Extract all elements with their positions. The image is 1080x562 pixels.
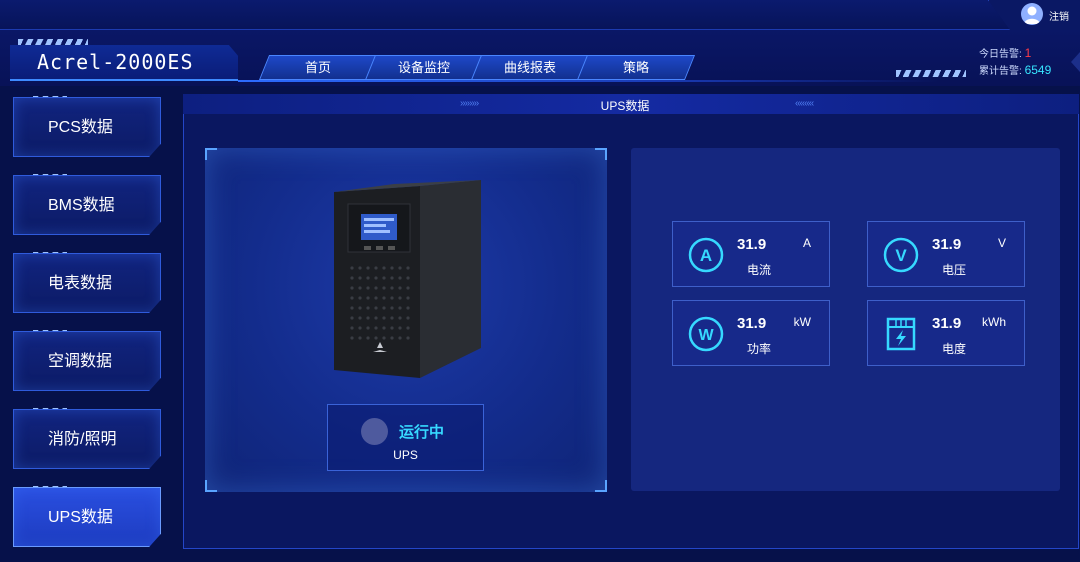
arrows-left-icon: «««« bbox=[795, 98, 814, 109]
metric-current: A 31.9 A 电流 bbox=[672, 221, 830, 287]
metric-unit: A bbox=[802, 236, 811, 250]
device-name: UPS bbox=[393, 448, 418, 462]
total-alarm-label: 累计告警: bbox=[979, 66, 1022, 77]
metric-unit: V bbox=[997, 236, 1006, 250]
tab-device-monitor[interactable]: 设备监控 bbox=[364, 55, 484, 80]
metric-energy: 31.9 kWh 电度 bbox=[867, 300, 1025, 366]
sidebar-item-aircon[interactable]: 空调数据 bbox=[13, 331, 161, 391]
metric-unit: kW bbox=[793, 315, 811, 329]
metric-value: 31.9 bbox=[932, 236, 962, 253]
decor-stripes bbox=[18, 39, 88, 46]
ammeter-icon: A bbox=[688, 237, 724, 273]
arrows-right-icon: »»»» bbox=[460, 98, 479, 109]
sidebar-item-ups[interactable]: UPS数据 bbox=[13, 487, 161, 547]
decor-stripes bbox=[896, 70, 966, 77]
header-divider bbox=[238, 80, 938, 82]
total-alarm-count: 6549 bbox=[1024, 63, 1052, 77]
metric-value: 31.9 bbox=[932, 315, 962, 332]
sidebar-item-pcs[interactable]: PCS数据 bbox=[13, 97, 161, 157]
metric-label: 电度 bbox=[942, 342, 967, 356]
metric-value: 31.9 bbox=[737, 236, 767, 253]
svg-text:V: V bbox=[895, 246, 907, 265]
today-alarm-count: 1 bbox=[1024, 46, 1032, 60]
top-bar bbox=[0, 0, 1080, 30]
metric-label: 功率 bbox=[747, 342, 772, 356]
svg-text:W: W bbox=[698, 327, 714, 344]
corner-decoration bbox=[595, 480, 607, 492]
user-avatar-icon[interactable] bbox=[1021, 3, 1043, 25]
page-title: UPS数据 bbox=[600, 99, 650, 113]
metric-label: 电压 bbox=[942, 263, 967, 277]
today-alarm: 今日告警: 1 bbox=[979, 45, 1031, 60]
metric-value: 31.9 bbox=[737, 315, 767, 332]
energy-meter-icon bbox=[886, 317, 916, 351]
metric-label: 电流 bbox=[747, 263, 772, 277]
tab-curve-report[interactable]: 曲线报表 bbox=[470, 55, 590, 80]
today-alarm-label: 今日告警: bbox=[979, 49, 1022, 60]
sidebar-item-fire-lighting[interactable]: 消防/照明 bbox=[13, 409, 161, 469]
voltmeter-icon: V bbox=[883, 237, 919, 273]
wattmeter-icon: W bbox=[688, 316, 724, 352]
app-title: Acrel-2000ES bbox=[37, 50, 194, 74]
running-status: 运行中 bbox=[399, 424, 445, 441]
metric-power: W 31.9 kW 功率 bbox=[672, 300, 830, 366]
metric-voltage: V 31.9 V 电压 bbox=[867, 221, 1025, 287]
sidebar-item-bms[interactable]: BMS数据 bbox=[13, 175, 161, 235]
svg-text:A: A bbox=[700, 246, 712, 265]
corner-decoration bbox=[595, 148, 607, 160]
tab-strategy[interactable]: 策略 bbox=[576, 55, 696, 80]
tab-home[interactable]: 首页 bbox=[258, 55, 378, 80]
total-alarm: 累计告警: 6549 bbox=[979, 62, 1051, 77]
metric-unit: kWh bbox=[982, 315, 1006, 329]
ups-device-image bbox=[334, 180, 481, 378]
corner-decoration bbox=[205, 148, 217, 160]
sidebar-item-meter[interactable]: 电表数据 bbox=[13, 253, 161, 313]
logout-link[interactable]: 注销 bbox=[1049, 8, 1069, 23]
status-indicator-icon bbox=[361, 418, 388, 445]
corner-decoration bbox=[205, 480, 217, 492]
